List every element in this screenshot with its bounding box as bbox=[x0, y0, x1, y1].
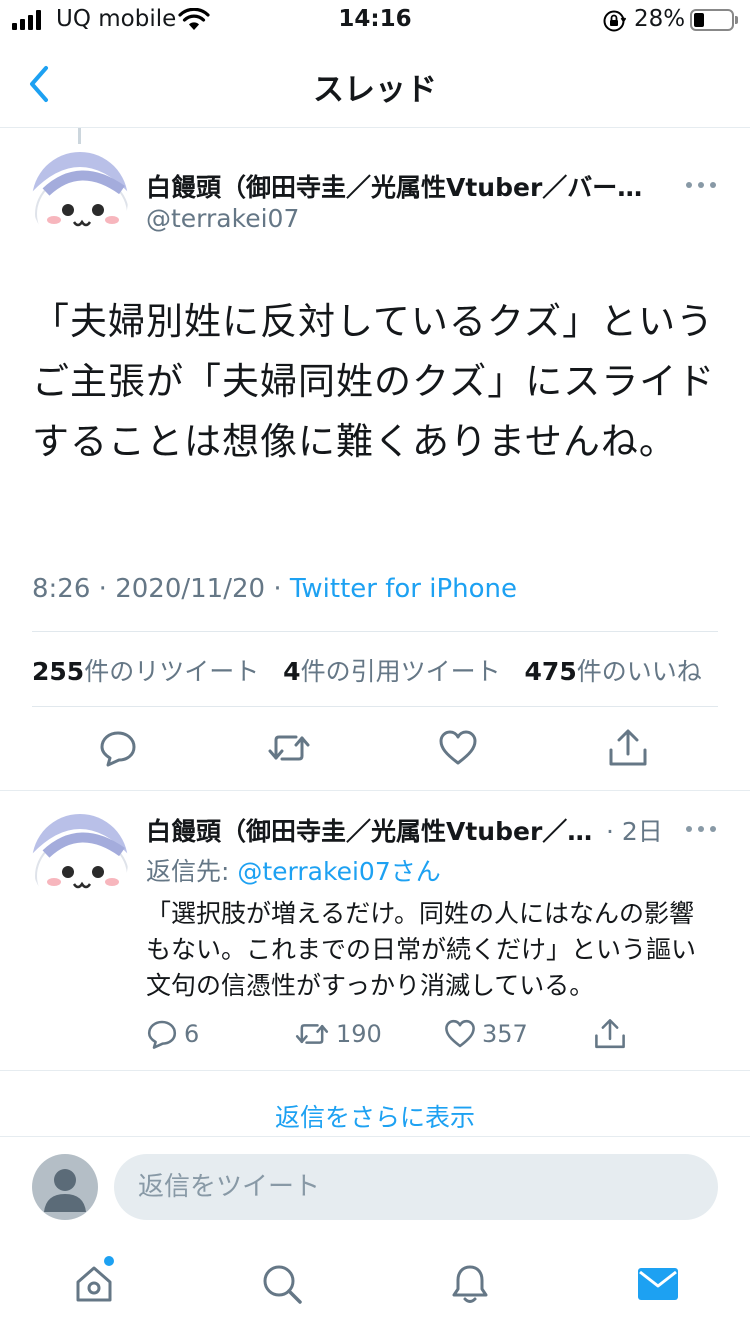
show-more-replies-link[interactable]: 返信をさらに表示 bbox=[0, 1098, 750, 1134]
retweets-stat[interactable]: 255件のリツイート bbox=[32, 657, 259, 686]
avatar[interactable] bbox=[32, 152, 128, 248]
like-count: 357 bbox=[482, 1020, 528, 1048]
tab-notifications[interactable] bbox=[448, 1262, 492, 1306]
tweet-source-link[interactable]: Twitter for iPhone bbox=[290, 574, 517, 604]
default-avatar-icon bbox=[44, 1169, 86, 1212]
retweet-icon bbox=[268, 735, 310, 761]
home-icon bbox=[76, 1266, 112, 1302]
share-icon bbox=[595, 1019, 625, 1049]
tweet-date: 2020/11/20 bbox=[115, 574, 266, 604]
tweet-stats: 255件のリツイート 4件の引用ツイート 475件のいいね bbox=[32, 652, 718, 688]
reply-age: 2日 bbox=[621, 817, 663, 846]
new-content-indicator bbox=[104, 1256, 114, 1266]
reply-avatar[interactable] bbox=[32, 814, 128, 910]
avatar-image bbox=[32, 814, 128, 910]
reply-count: 6 bbox=[184, 1020, 200, 1048]
likes-count: 475 bbox=[524, 657, 577, 686]
battery-level bbox=[694, 13, 704, 27]
notifications-icon bbox=[452, 1265, 488, 1303]
my-avatar[interactable] bbox=[32, 1154, 98, 1220]
reply-more-options-button[interactable] bbox=[682, 816, 722, 840]
retweet-button[interactable] bbox=[266, 728, 312, 772]
reply-timestamp: · 2日 bbox=[606, 817, 663, 846]
divider bbox=[32, 631, 718, 632]
heart-icon bbox=[445, 1019, 475, 1048]
messages-icon bbox=[638, 1268, 678, 1300]
search-icon bbox=[263, 1265, 302, 1304]
quotes-count: 4 bbox=[283, 657, 301, 686]
more-dot bbox=[686, 182, 692, 188]
reply-reply-button[interactable]: 6 bbox=[146, 1016, 199, 1052]
reply-to-handle-link[interactable]: @terrakei07さん bbox=[237, 857, 440, 886]
reply-text: 「選択肢が増えるだけ。同姓の人にはなんの影響もない。これまでの日常が続くだけ」と… bbox=[146, 899, 697, 1000]
section-divider bbox=[0, 1070, 750, 1071]
reply-share-button[interactable] bbox=[594, 1016, 626, 1052]
meta-separator: · bbox=[273, 574, 290, 604]
reply-compose-input[interactable] bbox=[114, 1154, 718, 1220]
quotes-stat[interactable]: 4件の引用ツイート bbox=[283, 657, 500, 686]
battery-percentage: 28% bbox=[634, 6, 686, 32]
battery-icon bbox=[690, 9, 738, 31]
section-divider bbox=[0, 790, 750, 791]
like-button[interactable] bbox=[438, 728, 478, 772]
share-button[interactable] bbox=[608, 728, 648, 772]
reply-like-button[interactable]: 357 bbox=[444, 1016, 528, 1052]
heart-icon bbox=[439, 730, 477, 765]
more-options-button[interactable] bbox=[682, 172, 722, 196]
more-dot bbox=[686, 826, 692, 832]
quotes-label: 件の引用ツイート bbox=[300, 657, 501, 686]
author-display-name[interactable]: 白饅頭（御田寺圭／光属性Vtuber／バー… bbox=[146, 168, 666, 204]
tweet-time: 8:26 bbox=[32, 574, 91, 604]
divider bbox=[32, 706, 718, 707]
more-dot bbox=[698, 182, 704, 188]
retweet-count: 190 bbox=[336, 1020, 382, 1048]
avatar-image bbox=[32, 152, 128, 248]
more-dot bbox=[710, 182, 716, 188]
meta-separator: · bbox=[98, 574, 116, 604]
reply-icon bbox=[147, 1020, 177, 1049]
page-title: スレッド bbox=[313, 72, 437, 108]
more-dot bbox=[710, 826, 716, 832]
reply-to-prefix: 返信先: bbox=[146, 857, 238, 886]
status-bar: UQ mobile 14:16 28% bbox=[0, 0, 750, 40]
reply-retweet-button[interactable]: 190 bbox=[294, 1016, 382, 1052]
author-handle[interactable]: @terrakei07 bbox=[146, 204, 299, 233]
thread-connector-line bbox=[78, 128, 81, 144]
rotation-lock-icon bbox=[603, 10, 626, 32]
navigation-bar: スレッド bbox=[0, 40, 750, 128]
tab-home[interactable] bbox=[72, 1262, 116, 1306]
retweets-count: 255 bbox=[32, 657, 85, 686]
retweets-label: 件のリツイート bbox=[84, 657, 260, 686]
share-icon bbox=[609, 729, 647, 766]
tweet-meta: 8:26 · 2020/11/20 · Twitter for iPhone bbox=[32, 574, 517, 604]
section-divider bbox=[0, 1136, 750, 1137]
reply-author-name[interactable]: 白饅頭（御田寺圭／光属性Vtuber／… bbox=[146, 812, 606, 848]
reply-button[interactable] bbox=[98, 728, 138, 772]
reply-to-line: 返信先: @terrakei07さん bbox=[146, 852, 441, 888]
retweet-icon bbox=[295, 1024, 329, 1044]
reply-icon bbox=[100, 731, 136, 767]
likes-label: 件のいいね bbox=[576, 657, 702, 686]
likes-stat[interactable]: 475件のいいね bbox=[525, 657, 702, 686]
tab-messages[interactable] bbox=[636, 1262, 680, 1306]
tweet-text: 「夫婦別姓に反対しているクズ」というご主張が「夫婦同姓のクズ」にスライドすること… bbox=[32, 300, 716, 463]
more-dot bbox=[698, 826, 704, 832]
tab-search[interactable] bbox=[260, 1262, 304, 1306]
